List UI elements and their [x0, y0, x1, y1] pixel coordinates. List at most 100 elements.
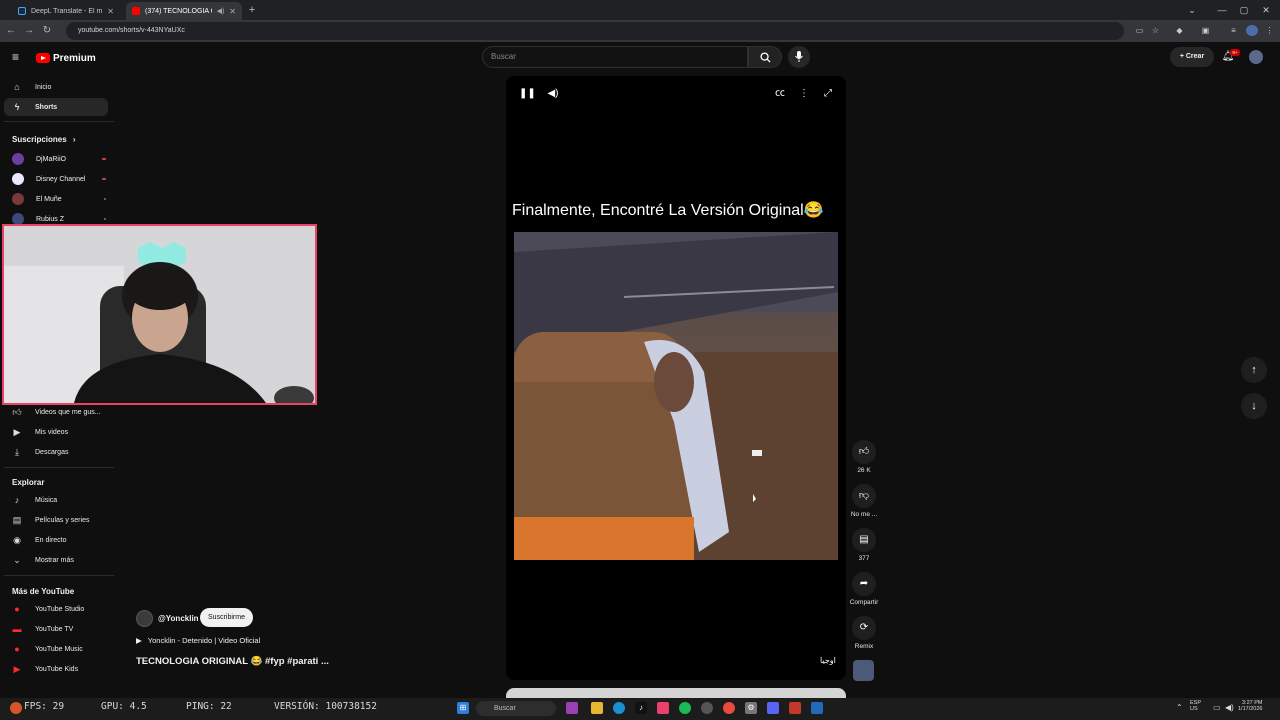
subscriptions-header[interactable]: Suscripciones ›: [12, 135, 76, 144]
chevron-up-icon[interactable]: ⌃: [1176, 703, 1183, 712]
subscribe-button[interactable]: Suscribirme: [200, 608, 253, 627]
speaker-icon[interactable]: ◀): [217, 7, 225, 15]
subscription-item[interactable]: Disney Channel: [12, 171, 106, 187]
sidebar-item-music[interactable]: ♪ Música: [4, 491, 108, 509]
tab-manager-icon[interactable]: ≡: [1228, 25, 1239, 36]
maximize-button[interactable]: ▢: [1234, 3, 1254, 17]
close-window-button[interactable]: ✕: [1256, 3, 1276, 17]
section-title: Suscripciones: [12, 135, 67, 144]
tab-deepl[interactable]: DeepL Translate - El mejor traductor ✕: [12, 2, 120, 20]
file-explorer-icon[interactable]: [591, 702, 603, 714]
thumb-down-icon: 👎︎: [858, 490, 870, 501]
forward-button[interactable]: →: [22, 24, 36, 38]
system-clock[interactable]: 3:27 PM 1/17/2026: [1238, 700, 1262, 712]
song-link[interactable]: ▶ Yoncklin - Detenido | Video Oficial: [136, 636, 260, 645]
sidebar-item-downloads[interactable]: ⤓ Descargas: [4, 443, 108, 461]
extensions-icon[interactable]: ◆: [1174, 25, 1185, 36]
sidepanel-icon[interactable]: ▣: [1200, 25, 1211, 36]
account-avatar[interactable]: [1249, 50, 1263, 64]
remix-icon: ⟳: [859, 622, 869, 633]
search-input[interactable]: Buscar: [482, 46, 748, 68]
obs-icon[interactable]: [657, 702, 669, 714]
channel-name: Rubius Z: [36, 215, 65, 223]
comment-icon: ▤: [859, 534, 869, 545]
sidebar-item-shorts[interactable]: ϟ Shorts: [4, 98, 108, 116]
shorts-icon: ϟ: [14, 102, 20, 112]
sidebar-item-youtube-music[interactable]: ● YouTube Music: [4, 640, 108, 658]
settings-gear-icon[interactable]: ⚙: [745, 702, 757, 714]
discord-icon[interactable]: [767, 702, 779, 714]
minimize-button[interactable]: —: [1212, 3, 1232, 17]
address-bar: ← → ↻ youtube.com/shorts/v-443NYaUXc ▭ ☆…: [0, 20, 1280, 42]
tab-search-icon[interactable]: ⌄: [1182, 3, 1202, 17]
subscription-item[interactable]: El Muñe: [12, 191, 106, 207]
profile-avatar[interactable]: [1246, 25, 1258, 36]
language-indicator[interactable]: ESP US: [1190, 700, 1201, 712]
weather-icon[interactable]: [10, 702, 22, 714]
video-caption: Finalmente, Encontré La Versión Original…: [512, 202, 824, 219]
like-button[interactable]: 👍︎: [852, 440, 876, 464]
close-tab-icon[interactable]: ✕: [229, 7, 236, 16]
fullscreen-icon[interactable]: ⤢: [821, 87, 835, 101]
search-button[interactable]: [748, 46, 782, 68]
url-field[interactable]: youtube.com/shorts/v-443NYaUXc: [66, 22, 1124, 40]
spotify-icon[interactable]: [679, 702, 691, 714]
network-icon[interactable]: ▭: [1213, 703, 1221, 712]
sidebar-item-show-more[interactable]: ⌄ Mostrar más: [4, 551, 108, 569]
divider: [4, 121, 114, 122]
sidebar-item-youtube-tv[interactable]: ▬ YouTube TV: [4, 620, 108, 638]
sidebar-item-live[interactable]: ◉ En directo: [4, 531, 108, 549]
new-tab-button[interactable]: +: [246, 4, 258, 16]
taskbar-search-label: Buscar: [494, 705, 516, 712]
browser-menu-icon[interactable]: ⋮: [1264, 25, 1275, 36]
edge-icon[interactable]: [613, 702, 625, 714]
next-short-button[interactable]: ↓: [1241, 393, 1267, 419]
app-icon[interactable]: [789, 702, 801, 714]
voice-search-button[interactable]: [788, 46, 810, 68]
hamburger-menu-icon[interactable]: ≡: [12, 51, 24, 63]
channel-avatar[interactable]: [136, 610, 153, 627]
youtube-kids-icon: ▶: [13, 663, 21, 674]
tab-youtube[interactable]: (374) TECNOLOGIA ORIGINAL ◀) ✕: [126, 2, 242, 20]
volume-icon[interactable]: ◀): [546, 87, 560, 101]
cast-icon[interactable]: ▭: [1134, 25, 1145, 36]
live-indicator: [102, 178, 106, 180]
subscription-item[interactable]: DjMaRiiO: [12, 151, 106, 167]
sidebar-item-liked-videos[interactable]: 👍︎ Videos que me gus...: [4, 403, 108, 421]
chrome-icon[interactable]: [723, 702, 735, 714]
app-icon[interactable]: [566, 702, 578, 714]
windows-start-icon[interactable]: ⊞: [457, 702, 469, 714]
taskbar-search[interactable]: Buscar: [476, 701, 556, 716]
more-options-icon[interactable]: ⋮: [797, 87, 811, 101]
speaker-icon[interactable]: ◀): [1225, 703, 1234, 712]
app-icon[interactable]: [811, 702, 823, 714]
steam-icon[interactable]: [701, 702, 713, 714]
notification-badge: 9+: [1230, 49, 1240, 56]
tiktok-icon[interactable]: ♪: [635, 702, 647, 714]
sidebar-item-inicio[interactable]: ⌂ Inicio: [4, 78, 108, 96]
reload-button[interactable]: ↻: [40, 24, 54, 38]
short-title[interactable]: TECNOLOGIA ORIGINAL 😂 #fyp #parati ...: [136, 656, 329, 667]
sidebar-item-movies[interactable]: ▤ Películas y series: [4, 511, 108, 529]
previous-short-button[interactable]: ↑: [1241, 357, 1267, 383]
comments-button[interactable]: ▤: [852, 528, 876, 552]
captions-icon[interactable]: ㏄: [773, 87, 787, 101]
share-button[interactable]: ➦: [852, 572, 876, 596]
channel-handle[interactable]: @Yoncklin: [158, 614, 199, 623]
channel-avatar: [12, 153, 24, 165]
pause-icon[interactable]: ❚❚: [519, 87, 536, 101]
bookmark-star-icon[interactable]: ☆: [1150, 25, 1161, 36]
play-icon: ▶: [136, 636, 142, 645]
back-button[interactable]: ←: [4, 24, 18, 38]
sound-thumbnail[interactable]: [853, 660, 874, 681]
sidebar-item-my-videos[interactable]: ▶ Mis videos: [4, 423, 108, 441]
close-tab-icon[interactable]: ✕: [107, 7, 114, 16]
create-button[interactable]: + Crear: [1170, 47, 1214, 67]
youtube-premium-logo[interactable]: Premium: [36, 51, 96, 65]
sidebar-item-youtube-kids[interactable]: ▶ YouTube Kids: [4, 660, 108, 678]
remix-button[interactable]: ⟳: [852, 616, 876, 640]
more-youtube-header: Más de YouTube: [12, 587, 75, 596]
dislike-button[interactable]: 👎︎: [852, 484, 876, 508]
live-icon: ◉: [13, 534, 21, 545]
sidebar-item-youtube-studio[interactable]: ● YouTube Studio: [4, 600, 108, 618]
